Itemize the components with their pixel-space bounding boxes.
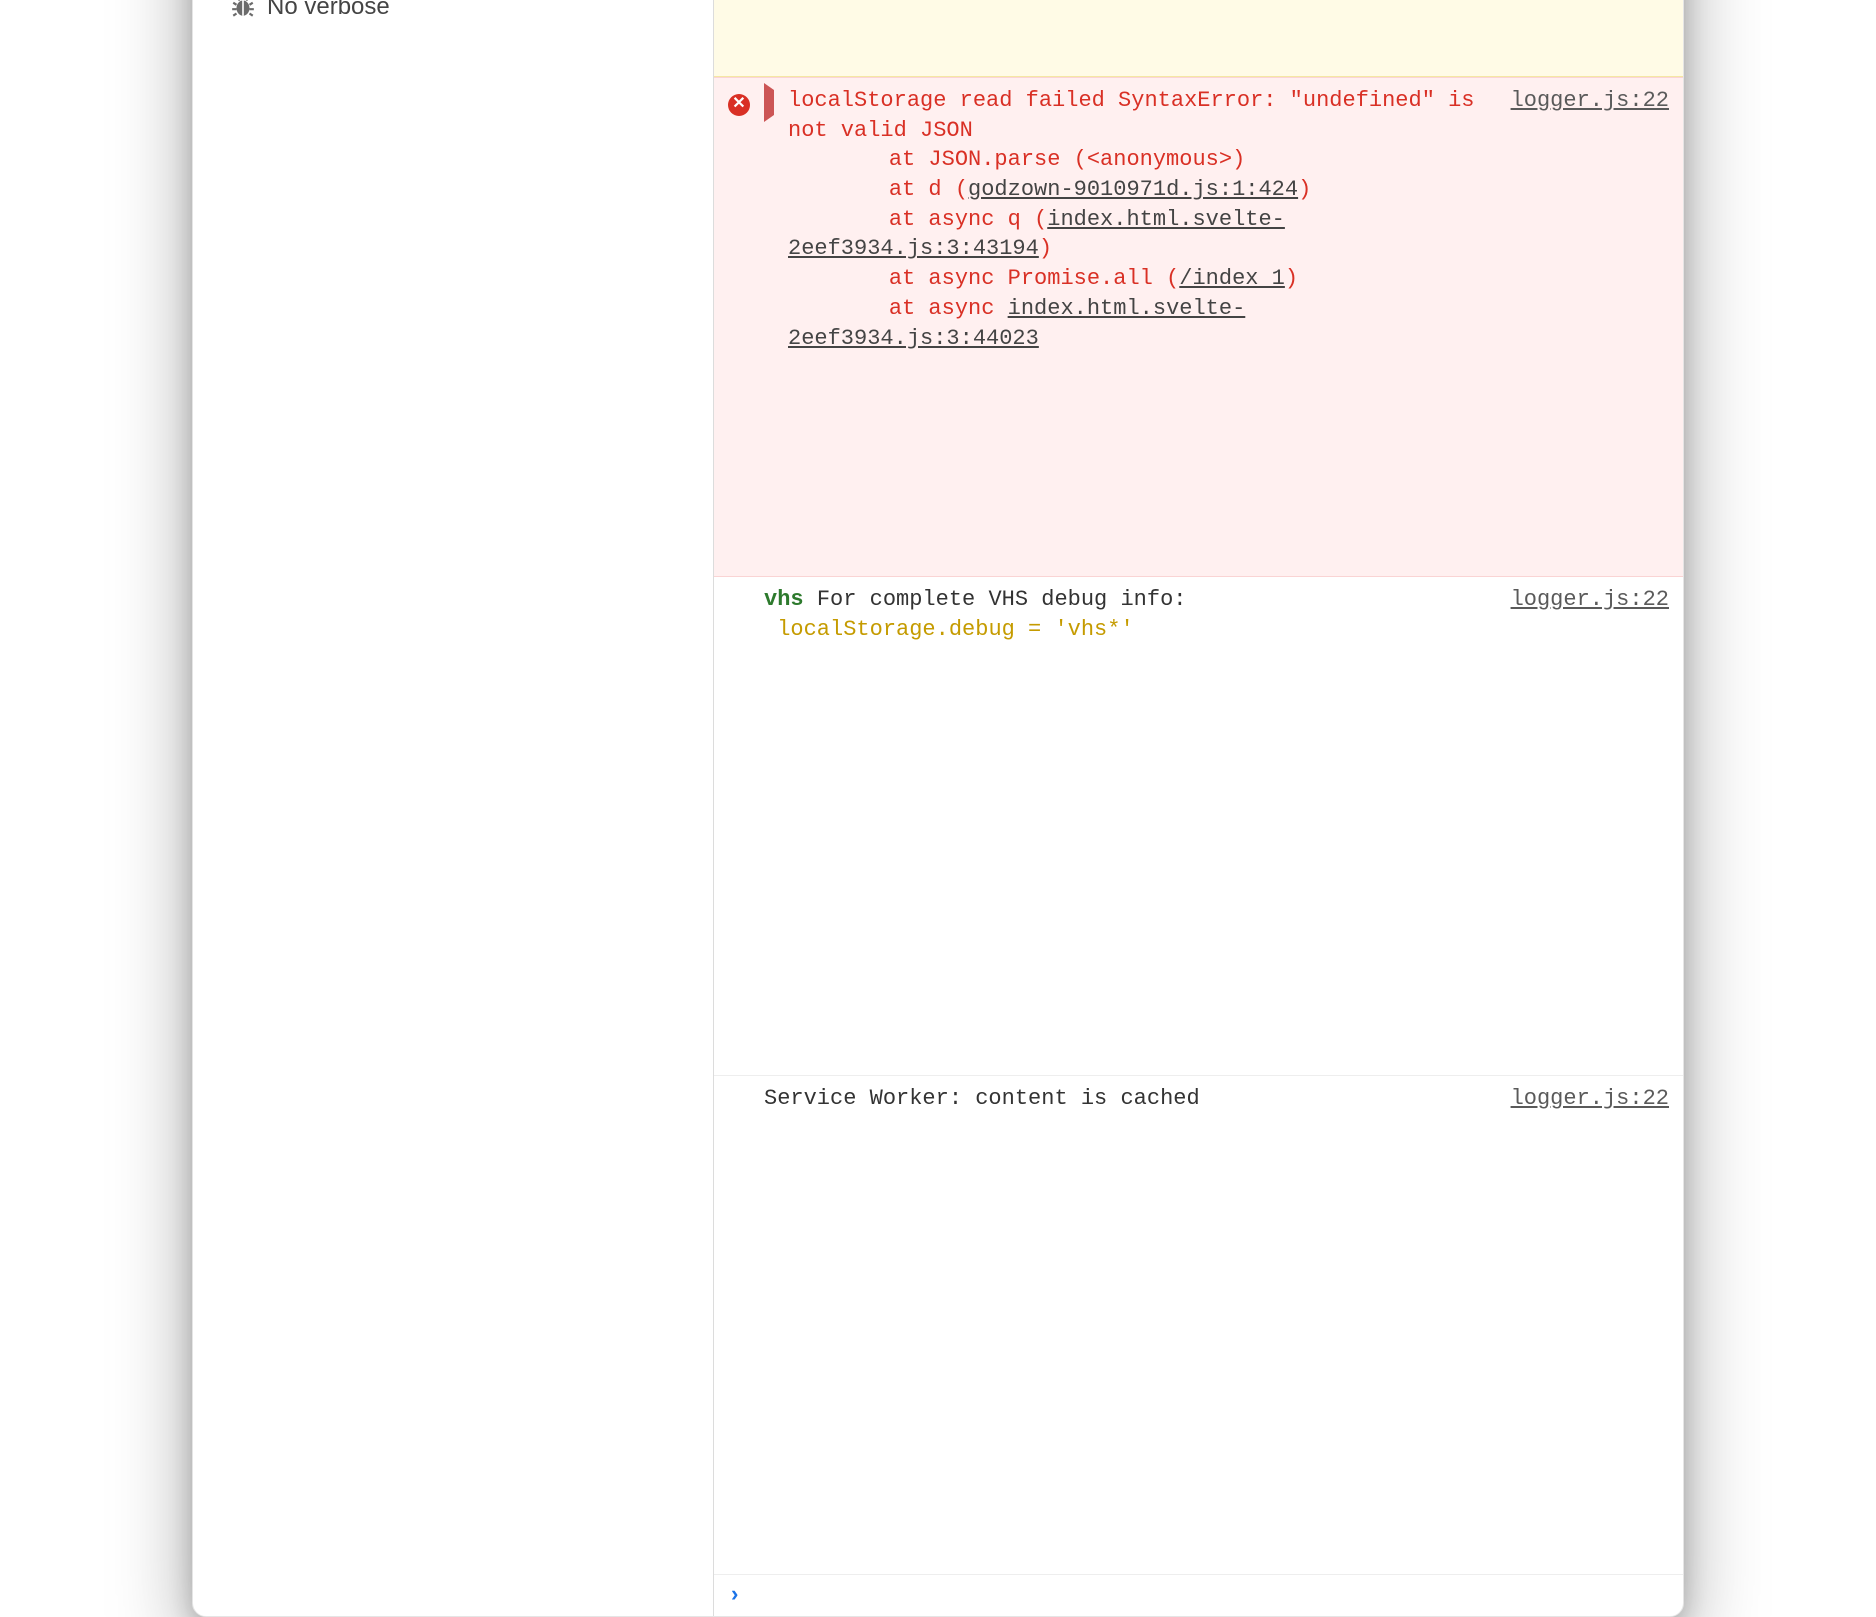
message-source-link[interactable]: logger.js:22 (1511, 86, 1669, 116)
console-message-warning[interactable]: et2 snippet should only load once per pa… (714, 0, 1683, 77)
console-sidebar: 25 messages 7 user messages (193, 0, 714, 1616)
sidebar-item-verbose[interactable]: No verbose (193, 0, 713, 31)
stack-link[interactable]: /index 1 (1179, 266, 1285, 291)
stack-link[interactable]: index.html.svelte-2eef3934.js:3:44023 (788, 296, 1245, 351)
console-prompt[interactable]: › (714, 1575, 1683, 1616)
log-prefix: vhs (764, 587, 804, 612)
console-message-log[interactable]: vhs For complete VHS debug info: localSt… (714, 577, 1683, 1076)
message-source-link[interactable]: logger.js:22 (1511, 585, 1669, 615)
stack-frame: at d (godzown-9010971d.js:1:424) (788, 177, 1311, 202)
log-text: Service Worker: content is cached (764, 1084, 1669, 1564)
console-messages: et2 snippet should only load once per pa… (714, 0, 1683, 1616)
message-text: et2 snippet should only load once per pa… (788, 0, 1669, 66)
stack-frame: at JSON.parse (<anonymous>) (788, 147, 1245, 172)
bug-icon (229, 0, 257, 20)
error-head: localStorage read failed SyntaxError: "u… (788, 88, 1475, 143)
stack-link[interactable]: godzown-9010971d.js:1:424 (968, 177, 1298, 202)
sidebar-verbose-label: No verbose (267, 0, 390, 21)
console-body: 25 messages 7 user messages (193, 0, 1683, 1616)
console-message-log[interactable]: Service Worker: content is cached logger… (714, 1076, 1683, 1575)
warning-icon (728, 0, 754, 66)
log-code: localStorage.debug = 'vhs*' (777, 617, 1133, 642)
console-message-error[interactable]: ✕ localStorage read failed SyntaxError: … (714, 77, 1683, 577)
stack-frame: at async q (index.html.svelte-2eef3934.j… (788, 207, 1285, 262)
message-source-link[interactable]: logger.js:22 (1511, 1084, 1669, 1114)
devtools-window: DevTools - www.nytimes.com/ Elements Con… (192, 0, 1684, 1617)
error-icon: ✕ (728, 94, 750, 116)
log-text: For complete VHS debug info: (817, 587, 1187, 612)
stack-frame: at async index.html.svelte-2eef3934.js:3… (788, 296, 1245, 351)
expand-icon[interactable] (764, 83, 774, 122)
stack-frame: at async Promise.all (/index 1) (788, 266, 1298, 291)
